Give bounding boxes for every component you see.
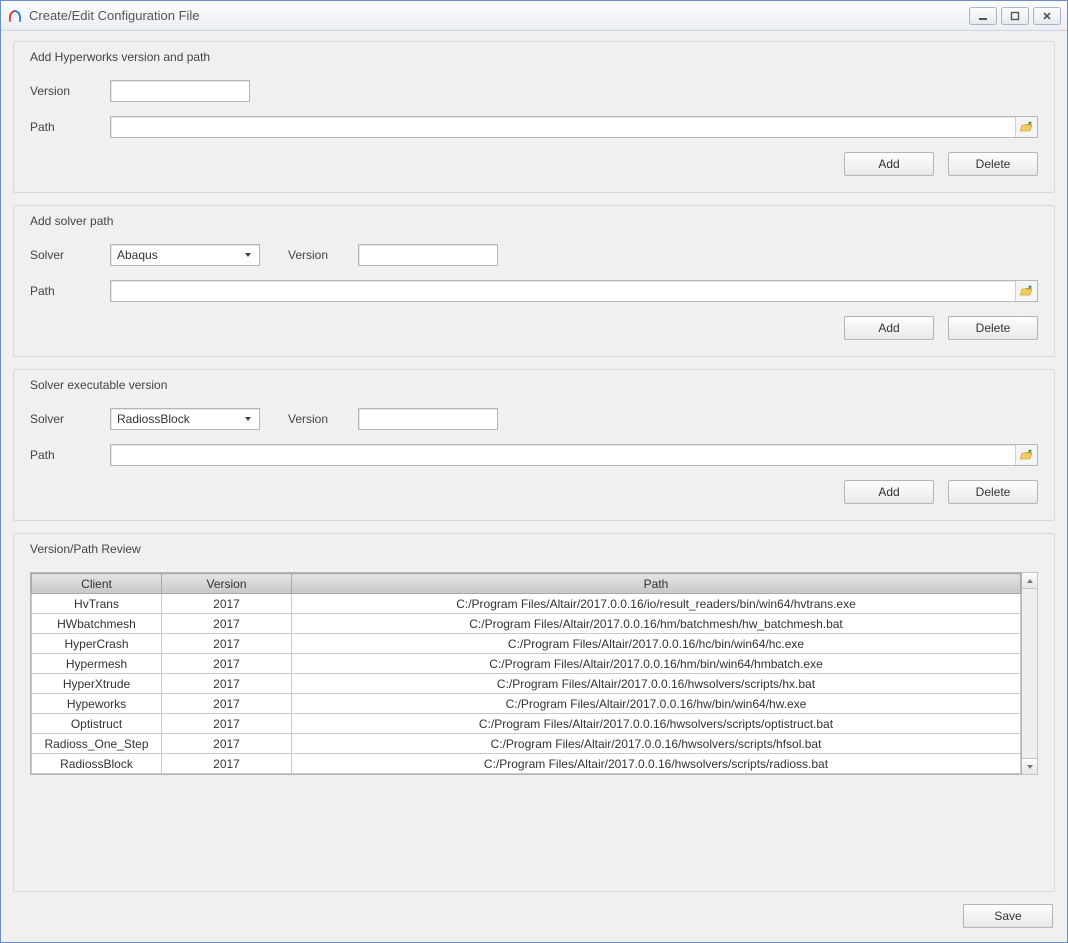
hw-path-input[interactable]	[111, 117, 1015, 137]
maximize-icon	[1010, 11, 1020, 21]
sp-add-button[interactable]: Add	[844, 316, 934, 340]
hw-delete-button[interactable]: Delete	[948, 152, 1038, 176]
table-row[interactable]: HWbatchmesh2017C:/Program Files/Altair/2…	[32, 614, 1021, 634]
group-review-legend: Version/Path Review	[30, 542, 1038, 556]
hw-path-label: Path	[30, 120, 110, 134]
col-header-version[interactable]: Version	[162, 574, 292, 594]
se-version-input[interactable]	[358, 408, 498, 430]
se-solver-combo[interactable]: RadiossBlock	[110, 408, 260, 430]
chevron-down-icon	[241, 415, 255, 423]
sp-solver-value: Abaqus	[117, 248, 241, 262]
window-title: Create/Edit Configuration File	[29, 8, 200, 23]
window-frame: Create/Edit Configuration File Add Hyper…	[0, 0, 1068, 943]
group-solver-exec-legend: Solver executable version	[30, 378, 1038, 392]
sp-path-input[interactable]	[111, 281, 1015, 301]
cell-version: 2017	[162, 634, 292, 654]
cell-path: C:/Program Files/Altair/2017.0.0.16/hwso…	[292, 754, 1021, 774]
table-row[interactable]: RadiossBlock2017C:/Program Files/Altair/…	[32, 754, 1021, 774]
se-delete-button[interactable]: Delete	[948, 480, 1038, 504]
cell-path: C:/Program Files/Altair/2017.0.0.16/hw/b…	[292, 694, 1021, 714]
se-solver-label: Solver	[30, 412, 110, 426]
cell-client: Radioss_One_Step	[32, 734, 162, 754]
save-button[interactable]: Save	[963, 904, 1053, 928]
cell-version: 2017	[162, 734, 292, 754]
folder-open-icon	[1020, 448, 1034, 462]
maximize-button[interactable]	[1001, 7, 1029, 25]
se-path-label: Path	[30, 448, 110, 462]
table-row[interactable]: HvTrans2017C:/Program Files/Altair/2017.…	[32, 594, 1021, 614]
cell-version: 2017	[162, 674, 292, 694]
cell-path: C:/Program Files/Altair/2017.0.0.16/io/r…	[292, 594, 1021, 614]
se-version-label: Version	[288, 412, 358, 426]
group-solver-exec: Solver executable version Solver Radioss…	[13, 369, 1055, 521]
titlebar: Create/Edit Configuration File	[1, 1, 1067, 31]
cell-version: 2017	[162, 654, 292, 674]
hw-version-label: Version	[30, 84, 110, 98]
cell-client: HyperXtrude	[32, 674, 162, 694]
close-icon	[1042, 11, 1052, 21]
cell-client: Hypeworks	[32, 694, 162, 714]
sp-solver-combo[interactable]: Abaqus	[110, 244, 260, 266]
cell-client: RadiossBlock	[32, 754, 162, 774]
cell-path: C:/Program Files/Altair/2017.0.0.16/hwso…	[292, 674, 1021, 694]
scroll-down-button[interactable]	[1022, 758, 1037, 774]
table-row[interactable]: Hypermesh2017C:/Program Files/Altair/201…	[32, 654, 1021, 674]
folder-open-icon	[1020, 120, 1034, 134]
se-path-browse-button[interactable]	[1015, 445, 1037, 465]
group-hyperworks: Add Hyperworks version and path Version …	[13, 41, 1055, 193]
cell-client: Optistruct	[32, 714, 162, 734]
group-hyperworks-legend: Add Hyperworks version and path	[30, 50, 1038, 64]
cell-path: C:/Program Files/Altair/2017.0.0.16/hm/b…	[292, 614, 1021, 634]
table-row[interactable]: Radioss_One_Step2017C:/Program Files/Alt…	[32, 734, 1021, 754]
se-path-input[interactable]	[111, 445, 1015, 465]
scroll-up-button[interactable]	[1022, 573, 1037, 589]
scrollbar-track[interactable]	[1022, 589, 1037, 758]
cell-version: 2017	[162, 694, 292, 714]
review-table[interactable]: Client Version Path HvTrans2017C:/Progra…	[31, 573, 1021, 774]
group-solver-path-legend: Add solver path	[30, 214, 1038, 228]
cell-version: 2017	[162, 614, 292, 634]
cell-client: HvTrans	[32, 594, 162, 614]
minimize-icon	[978, 11, 988, 21]
sp-path-browse-button[interactable]	[1015, 281, 1037, 301]
group-solver-path: Add solver path Solver Abaqus Version Pa…	[13, 205, 1055, 357]
chevron-up-icon	[1026, 577, 1034, 585]
cell-path: C:/Program Files/Altair/2017.0.0.16/hm/b…	[292, 654, 1021, 674]
app-icon	[7, 8, 23, 24]
cell-client: HWbatchmesh	[32, 614, 162, 634]
sp-solver-label: Solver	[30, 248, 110, 262]
cell-version: 2017	[162, 714, 292, 734]
col-header-path[interactable]: Path	[292, 574, 1021, 594]
hw-path-browse-button[interactable]	[1015, 117, 1037, 137]
table-row[interactable]: HyperCrash2017C:/Program Files/Altair/20…	[32, 634, 1021, 654]
sp-version-input[interactable]	[358, 244, 498, 266]
cell-version: 2017	[162, 594, 292, 614]
col-header-client[interactable]: Client	[32, 574, 162, 594]
cell-version: 2017	[162, 754, 292, 774]
sp-path-label: Path	[30, 284, 110, 298]
chevron-down-icon	[1026, 763, 1034, 771]
sp-version-label: Version	[288, 248, 358, 262]
cell-path: C:/Program Files/Altair/2017.0.0.16/hwso…	[292, 734, 1021, 754]
vertical-scrollbar[interactable]	[1022, 572, 1038, 775]
review-table-wrap: Client Version Path HvTrans2017C:/Progra…	[30, 572, 1022, 775]
table-row[interactable]: HyperXtrude2017C:/Program Files/Altair/2…	[32, 674, 1021, 694]
cell-client: HyperCrash	[32, 634, 162, 654]
hw-version-input[interactable]	[110, 80, 250, 102]
se-solver-value: RadiossBlock	[117, 412, 241, 426]
minimize-button[interactable]	[969, 7, 997, 25]
sp-delete-button[interactable]: Delete	[948, 316, 1038, 340]
hw-add-button[interactable]: Add	[844, 152, 934, 176]
cell-path: C:/Program Files/Altair/2017.0.0.16/hc/b…	[292, 634, 1021, 654]
cell-path: C:/Program Files/Altair/2017.0.0.16/hwso…	[292, 714, 1021, 734]
chevron-down-icon	[241, 251, 255, 259]
table-row[interactable]: Optistruct2017C:/Program Files/Altair/20…	[32, 714, 1021, 734]
folder-open-icon	[1020, 284, 1034, 298]
se-add-button[interactable]: Add	[844, 480, 934, 504]
table-row[interactable]: Hypeworks2017C:/Program Files/Altair/201…	[32, 694, 1021, 714]
cell-client: Hypermesh	[32, 654, 162, 674]
close-button[interactable]	[1033, 7, 1061, 25]
group-review: Version/Path Review Client Version Path	[13, 533, 1055, 892]
